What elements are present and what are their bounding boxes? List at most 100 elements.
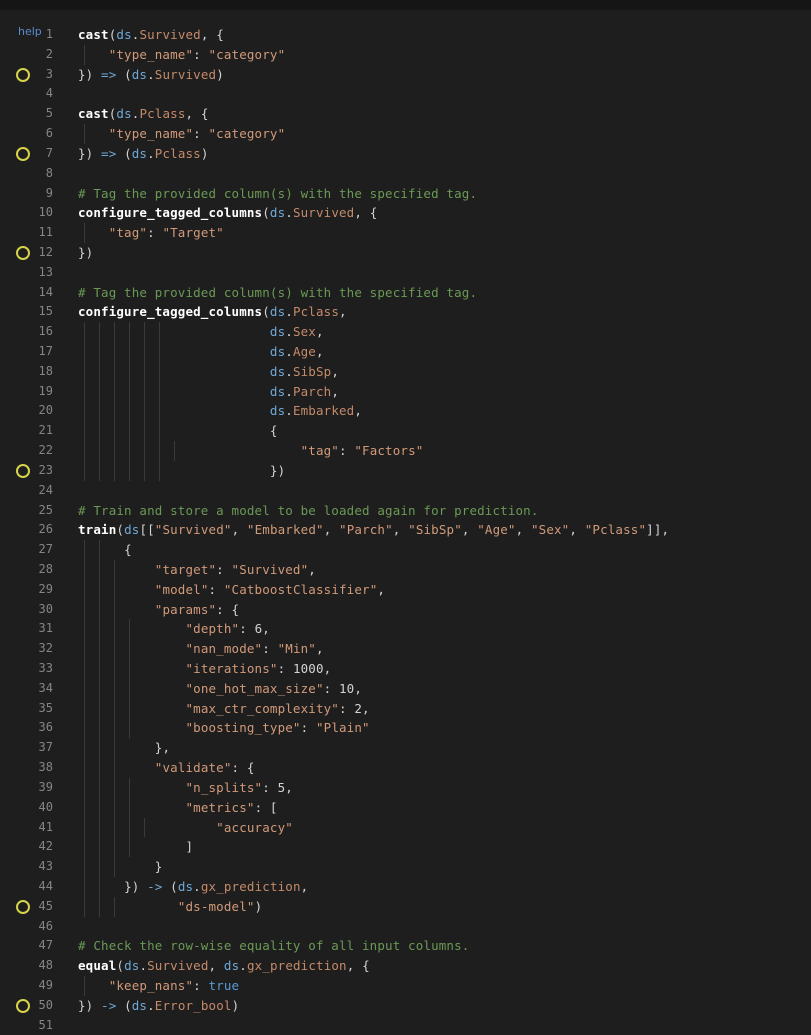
line-gutter[interactable]: 20 (8, 401, 68, 421)
code-line[interactable]: 14 # Tag the provided column(s) with the … (8, 283, 811, 303)
line-gutter[interactable]: 40 (8, 798, 68, 818)
code-line[interactable]: 6 "type_name": "category" (8, 124, 811, 144)
line-gutter[interactable]: 16 (8, 322, 68, 342)
code-text[interactable]: }, (78, 738, 170, 758)
code-text[interactable]: equal(ds.Survived, ds.gx_prediction, { (78, 956, 370, 976)
line-gutter[interactable]: 37 (8, 738, 68, 758)
code-line[interactable]: 34 "one_hot_max_size": 10, (8, 678, 811, 699)
code-line[interactable]: 12}) (8, 243, 811, 263)
line-gutter[interactable]: 43 (8, 857, 68, 877)
code-line[interactable]: 18 ds.SibSp, (8, 361, 811, 382)
line-gutter[interactable]: 8 (8, 164, 68, 184)
code-line[interactable]: 22 "tag": "Factors" (8, 441, 811, 461)
code-text[interactable]: "type_name": "category" (78, 45, 285, 65)
code-text[interactable]: ds.Age, (78, 342, 324, 362)
line-gutter[interactable]: 17 (8, 342, 68, 362)
code-line[interactable]: 21 { (8, 421, 811, 442)
breakpoint-circle-icon[interactable] (16, 463, 30, 478)
code-line[interactable]: 28 "target": "Survived", (8, 559, 811, 580)
breakpoint-circle-icon[interactable] (16, 67, 30, 82)
code-line[interactable]: 24 (8, 481, 811, 501)
code-text[interactable]: "boosting_type": "Plain" (78, 718, 370, 738)
code-text[interactable]: cast(ds.Survived, { (78, 25, 224, 45)
code-text[interactable]: cast(ds.Pclass, { (78, 104, 209, 124)
breakpoint-circle-icon[interactable] (16, 899, 30, 914)
code-line[interactable]: 41 "accuracy" (8, 817, 811, 838)
code-line[interactable]: 47 # Check the row-wise equality of all i… (8, 936, 811, 956)
code-line[interactable]: 17 ds.Age, (8, 342, 811, 362)
code-line[interactable]: 16 ds.Sex, (8, 322, 811, 342)
code-line[interactable]: 23 }) (8, 460, 811, 481)
code-text[interactable]: # Train and store a model to be loaded a… (78, 501, 539, 521)
line-gutter[interactable]: 35 (8, 699, 68, 719)
code-line[interactable]: 26 train(ds[["Survived", "Embarked", "Par… (8, 520, 811, 540)
code-text[interactable]: }) => (ds.Pclass) (78, 144, 209, 164)
code-text[interactable]: ds.Embarked, (78, 401, 362, 421)
code-line[interactable]: 4 (8, 84, 811, 104)
line-gutter[interactable]: 51 (8, 1016, 68, 1035)
code-line[interactable]: 15 configure_tagged_columns(ds.Pclass, (8, 302, 811, 322)
code-text[interactable]: }) => (ds.Survived) (78, 65, 224, 85)
code-line[interactable]: 32 "nan_mode": "Min", (8, 639, 811, 659)
line-gutter[interactable]: 15 (8, 302, 68, 322)
code-text[interactable]: ds.SibSp, (78, 362, 339, 382)
line-gutter[interactable]: 26 (8, 520, 68, 540)
code-text[interactable]: train(ds[["Survived", "Embarked", "Parch… (78, 520, 669, 540)
code-text[interactable]: { (78, 421, 278, 441)
line-gutter[interactable]: 49 (8, 976, 68, 996)
code-text[interactable]: ds.Sex, (78, 322, 324, 342)
code-line[interactable]: 39 "n_splits": 5, (8, 777, 811, 798)
code-line[interactable]: 44 }) -> (ds.gx_prediction, (8, 876, 811, 897)
code-text[interactable]: ds.Parch, (78, 382, 339, 402)
line-gutter[interactable]: 1 (8, 25, 68, 45)
line-gutter[interactable]: 12 (8, 243, 68, 263)
code-text[interactable]: "accuracy" (78, 818, 293, 838)
line-gutter[interactable]: 42 (8, 837, 68, 857)
line-gutter[interactable]: 21 (8, 421, 68, 441)
code-line[interactable]: 42 ] (8, 837, 811, 858)
code-text[interactable]: "nan_mode": "Min", (78, 639, 324, 659)
code-text[interactable]: "tag": "Factors" (78, 441, 424, 461)
line-gutter[interactable]: 30 (8, 600, 68, 620)
code-text[interactable]: }) (78, 461, 285, 481)
code-line[interactable]: 20 ds.Embarked, (8, 401, 811, 422)
line-gutter[interactable]: 33 (8, 659, 68, 679)
breakpoint-circle-icon[interactable] (16, 146, 30, 161)
line-gutter[interactable]: 3 (8, 65, 68, 85)
code-line[interactable]: 10 configure_tagged_columns(ds.Survived, … (8, 203, 811, 223)
line-gutter[interactable]: 50 (8, 996, 68, 1016)
code-line[interactable]: 31 "depth": 6, (8, 619, 811, 640)
code-text[interactable]: configure_tagged_columns(ds.Pclass, (78, 302, 347, 322)
code-line[interactable]: 1 cast(ds.Survived, { (8, 25, 811, 45)
line-gutter[interactable]: 25 (8, 501, 68, 521)
line-gutter[interactable]: 39 (8, 778, 68, 798)
code-text[interactable]: "metrics": [ (78, 798, 278, 818)
code-line[interactable]: 5 cast(ds.Pclass, { (8, 104, 811, 124)
line-gutter[interactable]: 7 (8, 144, 68, 164)
code-line[interactable]: 30 "params": { (8, 599, 811, 620)
code-line[interactable]: 36 "boosting_type": "Plain" (8, 718, 811, 739)
code-line[interactable]: 48 equal(ds.Survived, ds.gx_prediction, { (8, 956, 811, 976)
line-gutter[interactable]: 22 (8, 441, 68, 461)
line-gutter[interactable]: 38 (8, 758, 68, 778)
code-line[interactable]: 38 "validate": { (8, 758, 811, 778)
code-line[interactable]: 19 ds.Parch, (8, 381, 811, 402)
code-line[interactable]: 46 (8, 917, 811, 937)
breakpoint-circle-icon[interactable] (16, 245, 30, 260)
code-line[interactable]: 2 "type_name": "category" (8, 44, 811, 65)
line-gutter[interactable]: 41 (8, 818, 68, 838)
code-line[interactable]: 27 { (8, 540, 811, 560)
code-line[interactable]: 7 }) => (ds.Pclass) (8, 144, 811, 164)
line-gutter[interactable]: 47 (8, 936, 68, 956)
code-text[interactable]: # Tag the provided column(s) with the sp… (78, 184, 477, 204)
code-text[interactable]: "tag": "Target" (78, 223, 224, 243)
code-text[interactable]: }) -> (ds.Error_bool) (78, 996, 239, 1016)
line-gutter[interactable]: 45 (8, 897, 68, 917)
line-gutter[interactable]: 23 (8, 461, 68, 481)
code-text[interactable]: "keep_nans": true (78, 976, 239, 996)
code-text[interactable]: "n_splits": 5, (78, 778, 293, 798)
line-gutter[interactable]: 4 (8, 84, 68, 104)
code-text[interactable]: # Check the row-wise equality of all inp… (78, 936, 469, 956)
code-text[interactable]: "validate": { (78, 758, 255, 778)
code-text[interactable]: { (78, 540, 132, 560)
